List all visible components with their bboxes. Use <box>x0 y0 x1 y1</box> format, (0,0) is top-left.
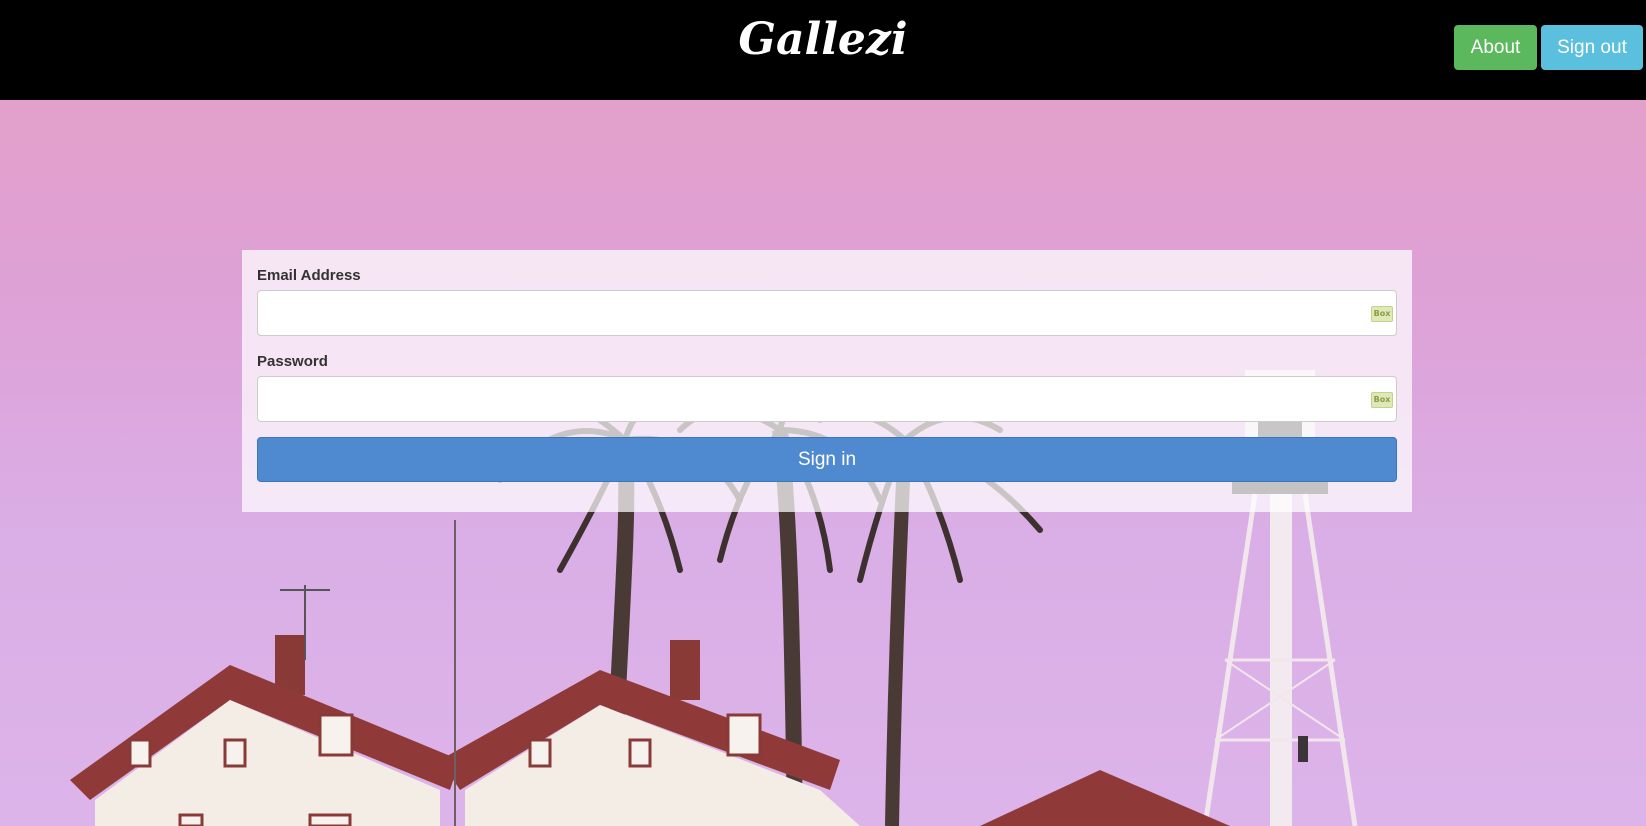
email-input[interactable] <box>257 290 1397 336</box>
house-right-roof <box>980 770 1230 826</box>
sign-in-button[interactable]: Sign in <box>257 437 1397 482</box>
house-left <box>70 635 460 826</box>
box-icon[interactable]: Box <box>1371 306 1393 322</box>
box-icon[interactable]: Box <box>1371 392 1393 408</box>
about-button[interactable]: About <box>1454 25 1537 70</box>
top-navbar: Gallezi About Sign out <box>0 0 1646 100</box>
gallezi-logo[interactable]: Gallezi <box>0 14 1646 65</box>
login-panel: Email Address Box Password Box Sign in <box>242 250 1412 512</box>
email-label: Email Address <box>257 267 361 284</box>
password-input[interactable] <box>257 376 1397 422</box>
sign-out-button[interactable]: Sign out <box>1541 25 1643 70</box>
password-label: Password <box>257 353 328 370</box>
